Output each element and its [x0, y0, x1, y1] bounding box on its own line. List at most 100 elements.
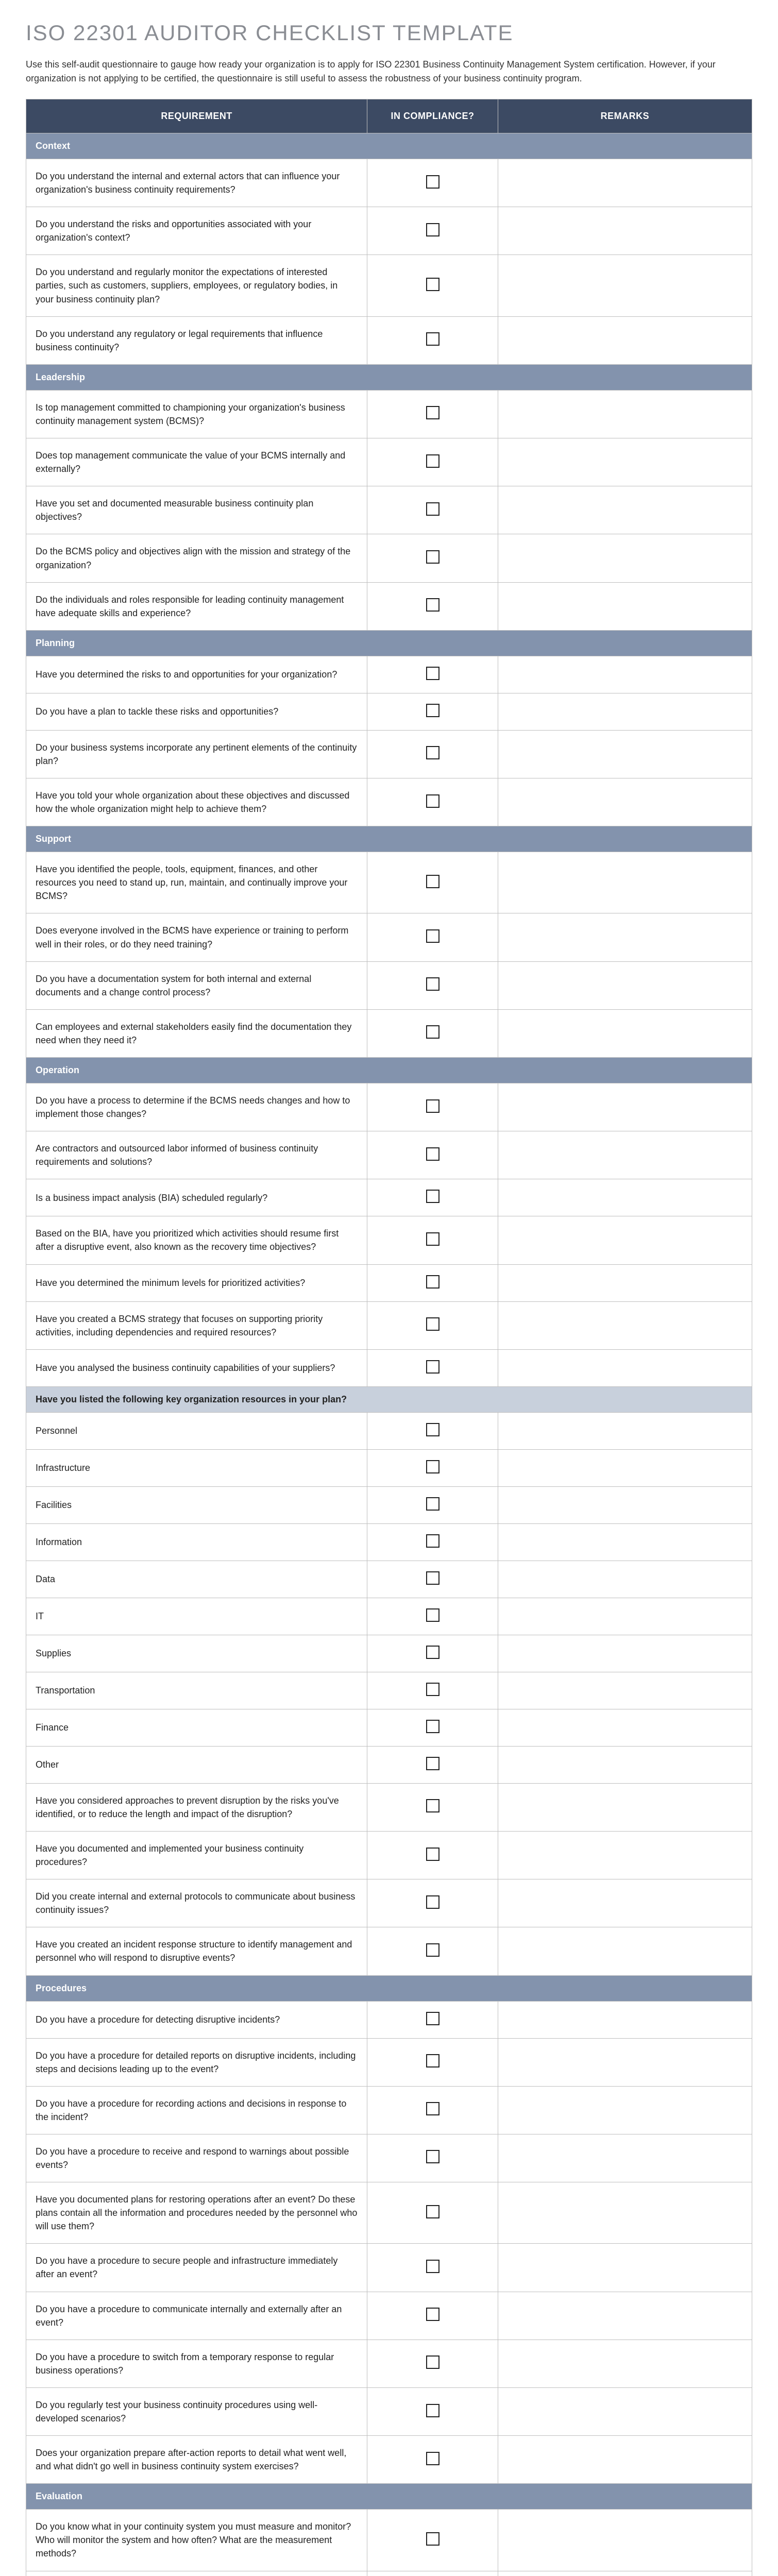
- checkbox[interactable]: [426, 1608, 439, 1622]
- checkbox[interactable]: [426, 1099, 439, 1113]
- remarks-cell[interactable]: [498, 1349, 752, 1386]
- remarks-cell[interactable]: [498, 1709, 752, 1746]
- checkbox[interactable]: [426, 1571, 439, 1585]
- remarks-cell[interactable]: [498, 693, 752, 730]
- remarks-cell[interactable]: [498, 1879, 752, 1927]
- checkbox[interactable]: [426, 278, 439, 291]
- checkbox[interactable]: [426, 2102, 439, 2115]
- checkbox[interactable]: [426, 875, 439, 888]
- remarks-cell[interactable]: [498, 2510, 752, 2571]
- checkbox[interactable]: [426, 1423, 439, 1436]
- checkbox[interactable]: [426, 550, 439, 564]
- checkbox[interactable]: [426, 1720, 439, 1733]
- remarks-cell[interactable]: [498, 2436, 752, 2484]
- remarks-cell[interactable]: [498, 913, 752, 961]
- checkbox[interactable]: [426, 1895, 439, 1909]
- checkbox[interactable]: [426, 2452, 439, 2465]
- table-row: Does everyone involved in the BCMS have …: [26, 913, 752, 961]
- checkbox[interactable]: [426, 406, 439, 419]
- remarks-cell[interactable]: [498, 2292, 752, 2340]
- checkbox[interactable]: [426, 1360, 439, 1374]
- checkbox[interactable]: [426, 1460, 439, 1473]
- remarks-cell[interactable]: [498, 255, 752, 316]
- remarks-cell[interactable]: [498, 2038, 752, 2086]
- remarks-cell[interactable]: [498, 1486, 752, 1523]
- remarks-cell[interactable]: [498, 730, 752, 778]
- remarks-cell[interactable]: [498, 534, 752, 582]
- remarks-cell[interactable]: [498, 778, 752, 826]
- checkbox[interactable]: [426, 2205, 439, 2218]
- remarks-cell[interactable]: [498, 2182, 752, 2244]
- remarks-cell[interactable]: [498, 2134, 752, 2182]
- remarks-cell[interactable]: [498, 486, 752, 534]
- remarks-cell[interactable]: [498, 438, 752, 486]
- remarks-cell[interactable]: [498, 1927, 752, 1975]
- remarks-cell[interactable]: [498, 207, 752, 255]
- remarks-cell[interactable]: [498, 1009, 752, 1057]
- checkbox[interactable]: [426, 502, 439, 516]
- checkbox[interactable]: [426, 1799, 439, 1812]
- remarks-cell[interactable]: [498, 2086, 752, 2134]
- remarks-cell[interactable]: [498, 582, 752, 630]
- checkbox[interactable]: [426, 746, 439, 759]
- checkbox[interactable]: [426, 175, 439, 189]
- remarks-cell[interactable]: [498, 1561, 752, 1598]
- checkbox[interactable]: [426, 704, 439, 717]
- remarks-cell[interactable]: [498, 1131, 752, 1179]
- remarks-cell[interactable]: [498, 2387, 752, 2435]
- checkbox[interactable]: [426, 2355, 439, 2369]
- remarks-cell[interactable]: [498, 390, 752, 438]
- checkbox[interactable]: [426, 1025, 439, 1039]
- checkbox[interactable]: [426, 794, 439, 808]
- checkbox[interactable]: [426, 1534, 439, 1548]
- checkbox[interactable]: [426, 1317, 439, 1331]
- checkbox[interactable]: [426, 1190, 439, 1203]
- checkbox[interactable]: [426, 1275, 439, 1289]
- remarks-cell[interactable]: [498, 1412, 752, 1449]
- remarks-cell[interactable]: [498, 2244, 752, 2292]
- remarks-cell[interactable]: [498, 2340, 752, 2387]
- checkbox[interactable]: [426, 332, 439, 346]
- checkbox[interactable]: [426, 1646, 439, 1659]
- checkbox[interactable]: [426, 1147, 439, 1161]
- checkbox[interactable]: [426, 2532, 439, 2546]
- remarks-cell[interactable]: [498, 656, 752, 693]
- checkbox[interactable]: [426, 1497, 439, 1511]
- checkbox[interactable]: [426, 1683, 439, 1696]
- remarks-cell[interactable]: [498, 961, 752, 1009]
- remarks-cell[interactable]: [498, 1783, 752, 1831]
- checkbox[interactable]: [426, 2404, 439, 2417]
- checkbox[interactable]: [426, 2308, 439, 2321]
- remarks-cell[interactable]: [498, 2571, 752, 2576]
- remarks-cell[interactable]: [498, 316, 752, 364]
- remarks-cell[interactable]: [498, 1216, 752, 1264]
- checkbox[interactable]: [426, 977, 439, 991]
- checkbox[interactable]: [426, 2260, 439, 2273]
- remarks-cell[interactable]: [498, 1635, 752, 1672]
- remarks-cell[interactable]: [498, 1831, 752, 1879]
- remarks-cell[interactable]: [498, 1598, 752, 1635]
- remarks-cell[interactable]: [498, 1264, 752, 1301]
- remarks-cell[interactable]: [498, 1083, 752, 1131]
- checkbox[interactable]: [426, 929, 439, 943]
- checkbox[interactable]: [426, 667, 439, 680]
- remarks-cell[interactable]: [498, 1449, 752, 1486]
- checkbox[interactable]: [426, 1848, 439, 1861]
- remarks-cell[interactable]: [498, 159, 752, 207]
- checkbox[interactable]: [426, 2012, 439, 2025]
- checkbox[interactable]: [426, 1943, 439, 1957]
- remarks-cell[interactable]: [498, 1672, 752, 1709]
- remarks-cell[interactable]: [498, 1523, 752, 1561]
- checkbox[interactable]: [426, 598, 439, 612]
- remarks-cell[interactable]: [498, 2001, 752, 2038]
- checkbox[interactable]: [426, 1232, 439, 1246]
- checkbox[interactable]: [426, 1757, 439, 1770]
- remarks-cell[interactable]: [498, 1746, 752, 1783]
- remarks-cell[interactable]: [498, 1179, 752, 1216]
- checkbox[interactable]: [426, 2054, 439, 2067]
- checkbox[interactable]: [426, 223, 439, 236]
- checkbox[interactable]: [426, 454, 439, 468]
- remarks-cell[interactable]: [498, 1301, 752, 1349]
- checkbox[interactable]: [426, 2150, 439, 2163]
- remarks-cell[interactable]: [498, 852, 752, 913]
